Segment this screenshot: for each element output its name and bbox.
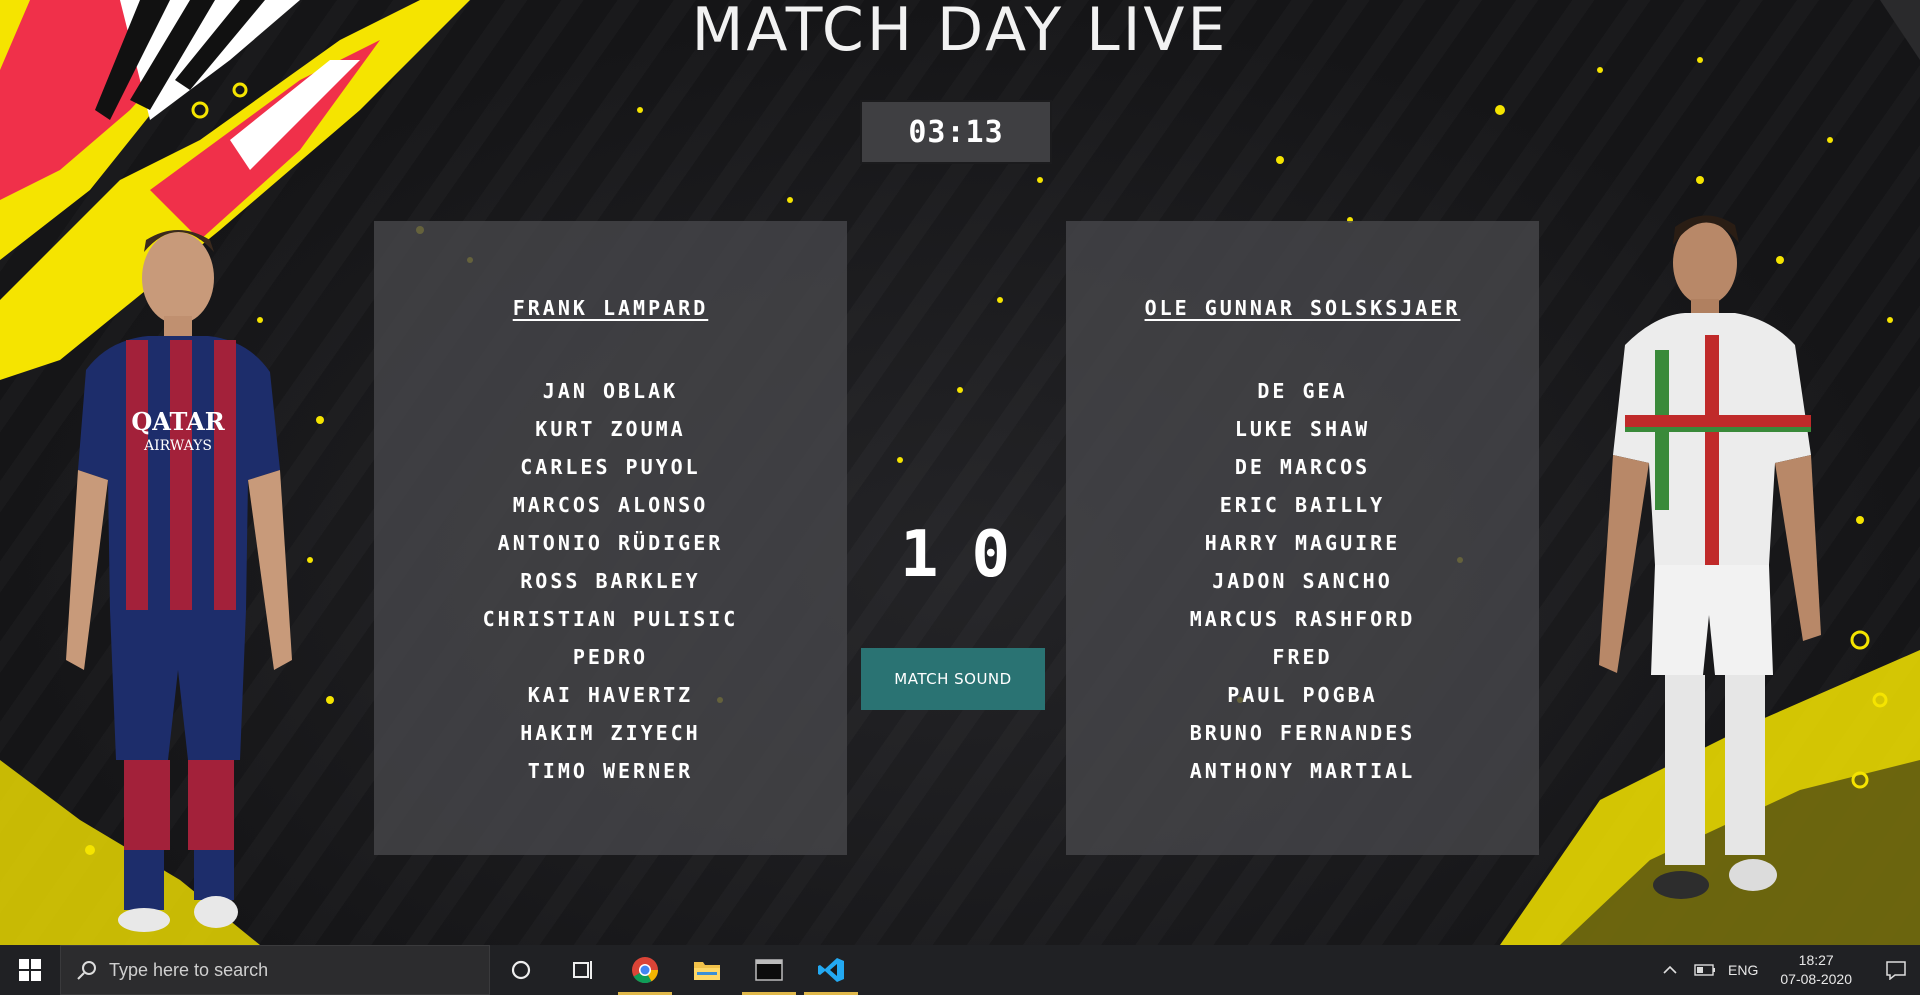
- away-player: PAUL POGBA: [1227, 683, 1378, 707]
- away-coach-name: OLE GUNNAR SOLSKSJAER: [1144, 296, 1461, 320]
- away-player-list: DE GEA LUKE SHAW DE MARCOS ERIC BAILLY H…: [1190, 372, 1416, 790]
- cortana-icon: [511, 960, 531, 980]
- away-player: DE GEA: [1257, 379, 1348, 403]
- home-player: ANTONIO RÜDIGER: [497, 531, 724, 555]
- taskbar-search[interactable]: Type here to search: [60, 945, 490, 995]
- page-title: MATCH DAY LIVE: [691, 0, 1229, 65]
- home-player: KAI HAVERTZ: [527, 683, 694, 707]
- notification-icon: [1886, 961, 1906, 980]
- search-icon: [77, 961, 96, 980]
- away-player: MARCUS RASHFORD: [1189, 607, 1416, 631]
- away-player: LUKE SHAW: [1234, 417, 1371, 441]
- match-sound-button[interactable]: MATCH SOUND: [861, 648, 1045, 710]
- right-player-figure: [1599, 215, 1821, 899]
- clock-time: 18:27: [1798, 952, 1834, 968]
- left-shirt-sponsor-2: AIRWAYS: [143, 438, 212, 454]
- away-player: ANTHONY MARTIAL: [1189, 759, 1416, 783]
- system-clock[interactable]: 18:27 07-08-2020: [1780, 951, 1852, 989]
- home-player: MARCOS ALONSO: [512, 493, 709, 517]
- scoreboard: 1 0: [900, 518, 1010, 592]
- taskbar-chrome[interactable]: [614, 945, 676, 995]
- vscode-icon: [818, 958, 844, 982]
- away-player: BRUNO FERNANDES: [1189, 721, 1416, 745]
- chrome-icon: [632, 957, 659, 984]
- away-player: HARRY MAGUIRE: [1204, 531, 1401, 555]
- away-player: ERIC BAILLY: [1219, 493, 1386, 517]
- app-stage: QATAR AIRWAYS MATCH DAY LIVE 03:13 FRANK…: [0, 0, 1920, 945]
- taskbar-file-explorer[interactable]: [676, 945, 738, 995]
- home-player: CHRISTIAN PULISIC: [482, 607, 739, 631]
- match-timer: 03:13: [860, 100, 1052, 164]
- home-coach-name: FRANK LAMPARD: [512, 296, 709, 320]
- terminal-icon: [755, 959, 783, 981]
- away-player: JADON SANCHO: [1212, 569, 1393, 593]
- notification-button[interactable]: [1872, 945, 1920, 995]
- file-explorer-icon: [694, 962, 720, 980]
- chevron-up-icon[interactable]: [1662, 965, 1678, 975]
- home-team-panel: FRANK LAMPARD JAN OBLAK KURT ZOUMA CARLE…: [374, 221, 847, 855]
- taskbar-terminal[interactable]: [738, 945, 800, 995]
- away-player: DE MARCOS: [1234, 455, 1371, 479]
- away-team-panel: OLE GUNNAR SOLSKSJAER DE GEA LUKE SHAW D…: [1066, 221, 1539, 855]
- home-player-list: JAN OBLAK KURT ZOUMA CARLES PUYOL MARCOS…: [483, 372, 739, 790]
- home-player: TIMO WERNER: [527, 759, 694, 783]
- taskbar: Type here to search ENG 18:27 07-08-2020: [0, 945, 1920, 995]
- windows-icon: [19, 959, 41, 981]
- cortana-button[interactable]: [490, 945, 552, 995]
- home-player: JAN OBLAK: [542, 379, 679, 403]
- left-shirt-sponsor: QATAR: [131, 407, 225, 436]
- start-button[interactable]: [0, 945, 60, 995]
- taskbar-vscode[interactable]: [800, 945, 862, 995]
- task-view-icon: [573, 961, 592, 979]
- home-player: ROSS BARKLEY: [520, 569, 701, 593]
- home-score: 1: [900, 518, 939, 592]
- home-player: KURT ZOUMA: [535, 417, 686, 441]
- search-placeholder: Type here to search: [109, 959, 269, 980]
- left-player-figure: QATAR AIRWAYS: [66, 230, 292, 932]
- system-tray: ENG 18:27 07-08-2020: [1662, 945, 1920, 995]
- battery-icon[interactable]: [1694, 963, 1716, 977]
- language-indicator[interactable]: ENG: [1728, 962, 1758, 978]
- away-score: 0: [971, 518, 1010, 592]
- away-player: FRED: [1272, 645, 1333, 669]
- home-player: PEDRO: [572, 645, 649, 669]
- home-player: CARLES PUYOL: [520, 455, 701, 479]
- clock-date: 07-08-2020: [1780, 971, 1852, 987]
- home-player: HAKIM ZIYECH: [520, 721, 701, 745]
- task-view-button[interactable]: [552, 945, 614, 995]
